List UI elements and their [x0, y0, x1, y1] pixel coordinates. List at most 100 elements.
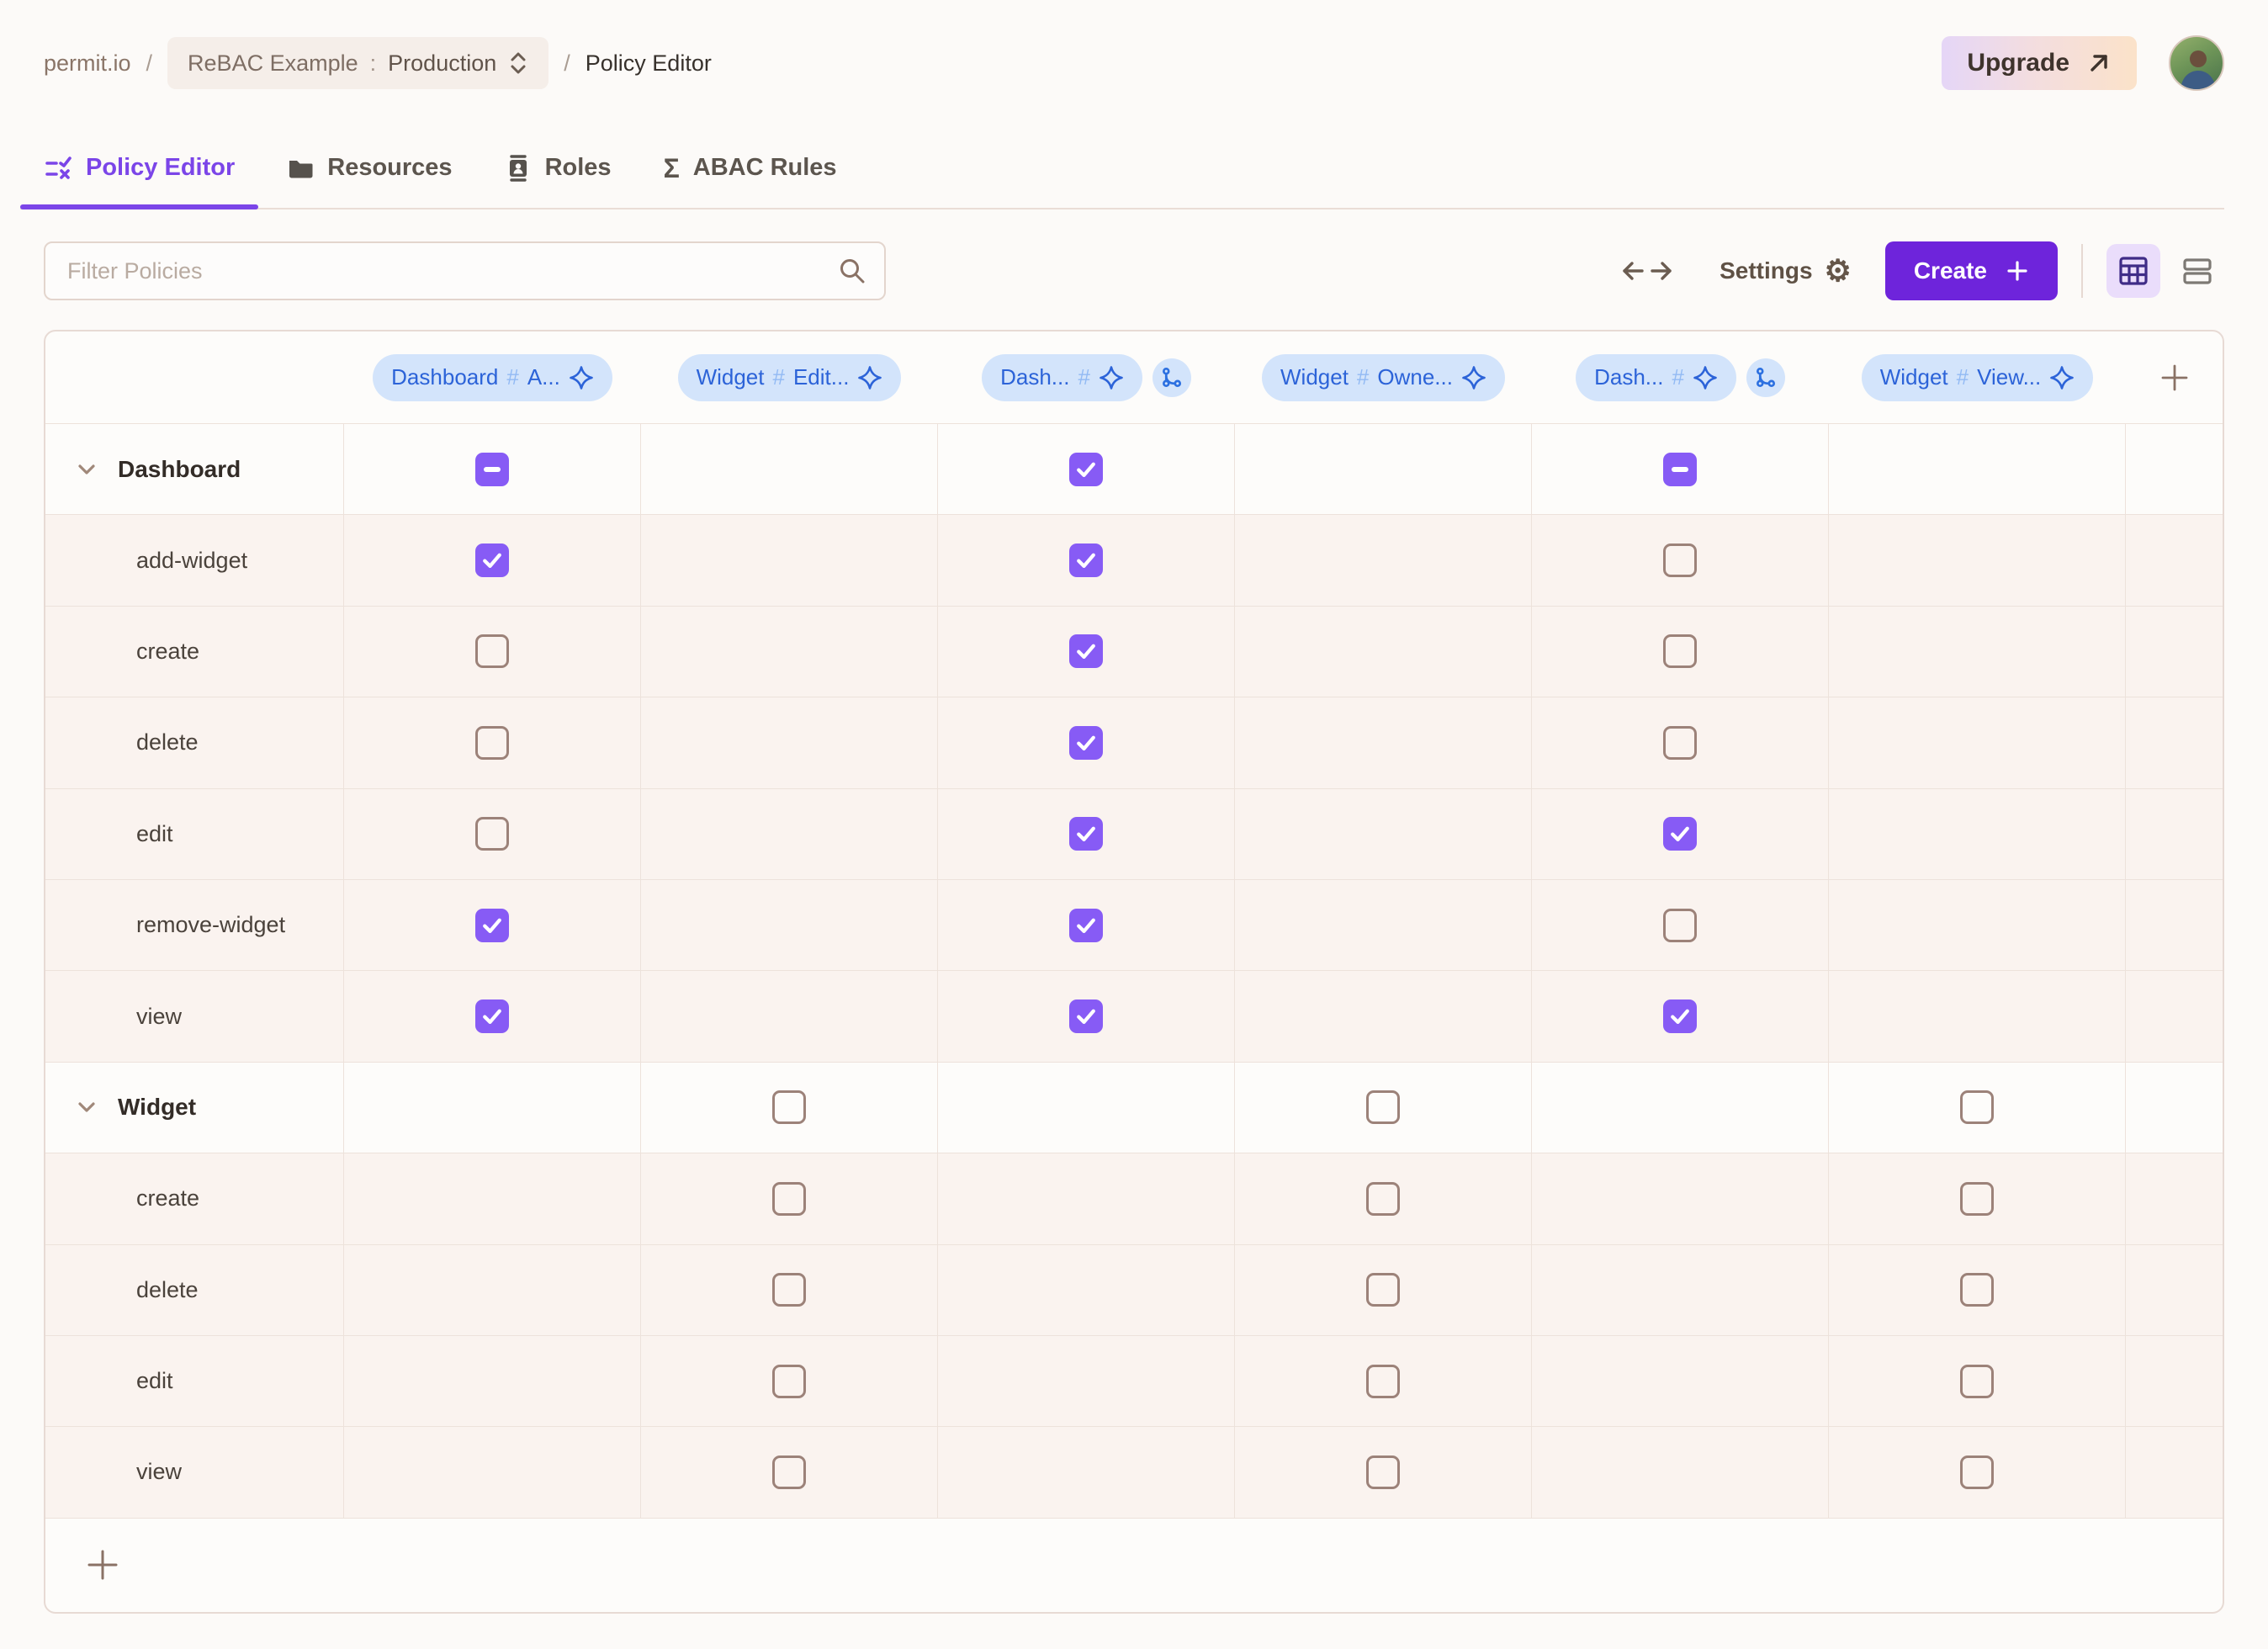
role-column-pill[interactable]: Dash...#	[1576, 354, 1736, 401]
permission-checkbox[interactable]	[772, 1273, 806, 1307]
chevron-down-icon[interactable]	[74, 1095, 99, 1120]
project-env-selector[interactable]: ReBAC Example : Production	[167, 37, 548, 89]
filler-cell	[2126, 424, 2223, 514]
permission-checkbox[interactable]	[772, 1090, 806, 1124]
permission-cell	[1235, 424, 1532, 514]
role-hash-separator: #	[1672, 364, 1683, 390]
permission-checkbox[interactable]	[1069, 634, 1103, 668]
permission-checkbox[interactable]	[1663, 453, 1697, 486]
role-column-pill[interactable]: Dashboard#A...	[373, 354, 612, 401]
permission-checkbox[interactable]	[1960, 1273, 1994, 1307]
permission-cell	[344, 1153, 641, 1243]
derived-role-icon[interactable]	[1153, 358, 1191, 397]
permission-checkbox[interactable]	[1366, 1365, 1400, 1398]
permission-cell	[1532, 607, 1829, 697]
role-name: Owne...	[1377, 364, 1453, 390]
permission-cell	[344, 880, 641, 970]
action-label-cell: view	[45, 1427, 344, 1517]
permission-checkbox[interactable]	[475, 817, 509, 851]
permission-checkbox[interactable]	[475, 909, 509, 942]
folder-icon	[287, 155, 314, 182]
permission-checkbox[interactable]	[1960, 1455, 1994, 1489]
grid-view-toggle[interactable]	[2106, 244, 2160, 298]
permission-cell	[1235, 1153, 1532, 1243]
permission-checkbox[interactable]	[1663, 817, 1697, 851]
permission-checkbox[interactable]	[1960, 1365, 1994, 1398]
permission-checkbox[interactable]	[772, 1365, 806, 1398]
permission-checkbox[interactable]	[1960, 1090, 1994, 1124]
role-column-pill[interactable]: Widget#View...	[1862, 354, 2094, 401]
permission-checkbox[interactable]	[1069, 817, 1103, 851]
permission-cell	[641, 971, 938, 1061]
permission-cell	[641, 607, 938, 697]
permission-checkbox[interactable]	[1663, 999, 1697, 1033]
resource-group-label-cell: Widget	[45, 1063, 344, 1153]
action-label-cell: create	[45, 1153, 344, 1243]
role-column-pill[interactable]: Widget#Owne...	[1262, 354, 1505, 401]
create-label: Create	[1914, 257, 1987, 284]
permission-checkbox[interactable]	[772, 1455, 806, 1489]
filler-cell	[2126, 1336, 2223, 1426]
permission-checkbox[interactable]	[475, 634, 509, 668]
permission-cell	[1532, 697, 1829, 787]
permission-checkbox[interactable]	[772, 1182, 806, 1216]
permission-checkbox[interactable]	[475, 999, 509, 1033]
environment-name: Production	[388, 50, 496, 77]
tab-resources[interactable]: Resources	[263, 128, 475, 208]
tab-abac-rules[interactable]: Σ ABAC Rules	[640, 128, 861, 208]
check-icon	[1073, 639, 1099, 664]
permission-checkbox[interactable]	[1069, 726, 1103, 760]
action-name: create	[136, 1185, 199, 1212]
resource-group-name: Dashboard	[118, 456, 241, 483]
permission-checkbox[interactable]	[1663, 543, 1697, 577]
chevron-down-icon[interactable]	[74, 457, 99, 482]
permission-checkbox[interactable]	[1069, 543, 1103, 577]
check-icon	[1073, 1004, 1099, 1029]
permission-checkbox[interactable]	[1366, 1273, 1400, 1307]
filter-policies-input[interactable]	[44, 241, 886, 300]
list-view-toggle[interactable]	[2170, 244, 2224, 298]
permission-checkbox[interactable]	[1069, 453, 1103, 486]
permission-checkbox[interactable]	[1663, 909, 1697, 942]
breadcrumb-org[interactable]: permit.io	[44, 50, 131, 77]
settings-button[interactable]: Settings ⚙	[1720, 256, 1852, 286]
permission-checkbox[interactable]	[475, 543, 509, 577]
filler-cell	[2126, 607, 2223, 697]
permission-checkbox[interactable]	[1960, 1182, 1994, 1216]
permission-checkbox[interactable]	[1366, 1182, 1400, 1216]
permission-cell	[1235, 697, 1532, 787]
tab-roles[interactable]: Roles	[481, 128, 635, 208]
diamond-sparkle-icon	[2049, 365, 2075, 390]
permission-checkbox[interactable]	[1366, 1090, 1400, 1124]
upgrade-label: Upgrade	[1967, 49, 2069, 77]
permission-checkbox[interactable]	[475, 453, 509, 486]
add-resource-button[interactable]	[84, 1546, 121, 1583]
create-button[interactable]: Create	[1885, 241, 2058, 300]
permission-checkbox[interactable]	[475, 726, 509, 760]
permission-cell	[1829, 515, 2126, 605]
filler-cell	[2126, 1427, 2223, 1517]
permission-cell	[1235, 880, 1532, 970]
filter-field	[44, 241, 886, 300]
permission-checkbox[interactable]	[1663, 634, 1697, 668]
permission-checkbox[interactable]	[1069, 909, 1103, 942]
role-column-pill[interactable]: Widget#Edit...	[678, 354, 902, 401]
upgrade-button[interactable]: Upgrade	[1942, 36, 2137, 90]
permission-cell	[1235, 789, 1532, 879]
role-column-pill[interactable]: Dash...#	[982, 354, 1142, 401]
permission-cell	[1829, 1245, 2126, 1335]
permission-checkbox[interactable]	[1663, 726, 1697, 760]
action-name: delete	[136, 729, 199, 756]
policy-editor-icon	[44, 154, 72, 183]
avatar[interactable]	[2169, 35, 2224, 91]
resize-arrows-icon[interactable]	[1622, 258, 1672, 284]
tab-policy-editor[interactable]: Policy Editor	[20, 128, 258, 208]
tab-label: ABAC Rules	[693, 154, 837, 182]
column-header-cell: Widget#Edit...	[641, 331, 938, 423]
permission-checkbox[interactable]	[1069, 999, 1103, 1033]
indeterminate-dash	[1672, 467, 1688, 472]
add-role-button[interactable]	[2159, 362, 2191, 394]
permission-checkbox[interactable]	[1366, 1455, 1400, 1489]
indeterminate-dash	[484, 467, 501, 472]
derived-role-icon[interactable]	[1746, 358, 1785, 397]
